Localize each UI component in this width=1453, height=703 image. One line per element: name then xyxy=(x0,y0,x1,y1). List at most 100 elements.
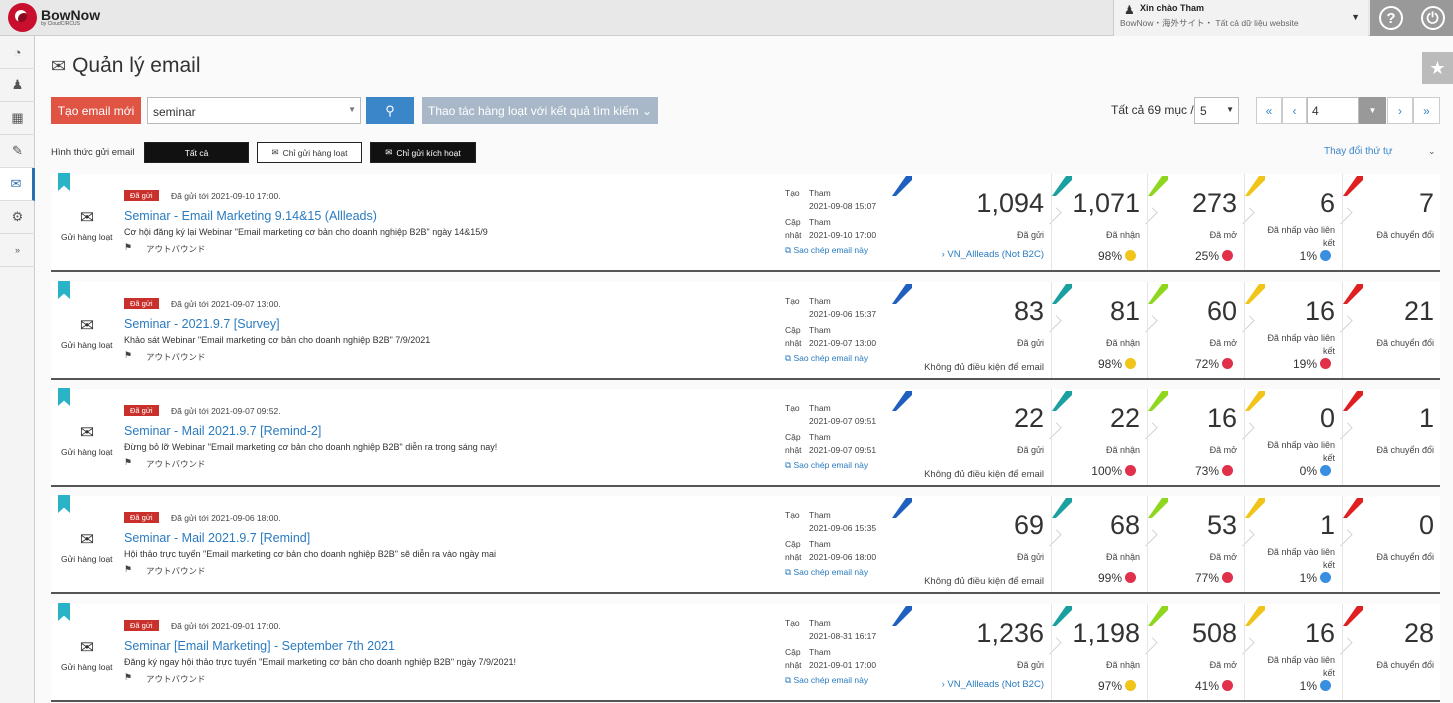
last-page-button[interactable]: » xyxy=(1413,97,1440,124)
copy-email-link[interactable]: ⧉ Sao chép email này xyxy=(785,245,868,256)
stat-received[interactable]: 81 Đã nhận 98% xyxy=(1052,282,1158,378)
help-button[interactable]: ? xyxy=(1370,0,1412,36)
new-email-button[interactable]: Tạo email mới xyxy=(51,97,141,124)
status-icon xyxy=(1125,680,1136,691)
stat-converted[interactable]: 21 Đã chuyển đổi xyxy=(1343,282,1442,378)
corner-marker xyxy=(892,391,912,411)
stat-sent[interactable]: 83 Đã gửi Không đủ điều kiện để email xyxy=(892,282,1062,378)
table-row[interactable]: ✉ Gửi hàng loạt Đã gửi Đã gửi tới 2021-09-0… xyxy=(51,388,1442,487)
stat-clicked[interactable]: 16 Đã nhấp vào liên kết 1% xyxy=(1245,604,1353,700)
copy-email-link[interactable]: ⧉ Sao chép email này xyxy=(785,567,868,578)
bulk-action-button[interactable]: Thao tác hàng loạt với kết quả tìm kiếm … xyxy=(422,97,658,124)
per-page-select[interactable]: 5 ▼ xyxy=(1194,97,1239,124)
stat-opened[interactable]: 53 Đã mở 77% xyxy=(1148,496,1255,592)
email-subject-link[interactable]: Seminar [Email Marketing] - September 7t… xyxy=(124,639,395,653)
received-label: Đã nhận xyxy=(1105,338,1140,348)
clicked-label: Đã nhấp vào liên kết xyxy=(1267,440,1335,463)
contacts-icon[interactable]: ♟ xyxy=(0,69,35,102)
table-row[interactable]: ✉ Gửi hàng loạt Đã gửi Đã gửi tới 2021-09-0… xyxy=(51,603,1442,702)
bookmark-icon[interactable] xyxy=(58,173,70,191)
prev-page-button[interactable]: ‹ xyxy=(1282,97,1307,124)
corner-marker xyxy=(1343,176,1363,196)
table-row[interactable]: ✉ Gửi hàng loạt Đã gửi Đã gửi tới 2021-09-1… xyxy=(51,173,1442,272)
stat-converted[interactable]: 0 Đã chuyển đổi xyxy=(1343,496,1442,592)
table-row[interactable]: ✉ Gửi hàng loạt Đã gửi Đã gửi tới 2021-09-0… xyxy=(51,495,1442,594)
chevron-down-icon[interactable]: ⌄ xyxy=(1428,146,1436,157)
table-row[interactable]: ✉ Gửi hàng loạt Đã gửi Đã gửi tới 2021-09-0… xyxy=(51,281,1442,380)
corner-marker xyxy=(1343,391,1363,411)
user-menu[interactable]: ♟ Xin chào Tham BowNow・海外サイト・ Tất cả dữ … xyxy=(1113,0,1368,36)
received-rate-value: 98% xyxy=(1097,357,1122,371)
stat-received[interactable]: 68 Đã nhận 99% xyxy=(1052,496,1158,592)
page-dropdown[interactable]: ▼ xyxy=(1359,97,1386,124)
stat-sent[interactable]: 1,236 Đã gửi › VN_Allleads (Not B2C) xyxy=(892,604,1062,700)
total-count: Tất cả 69 mục / xyxy=(1111,103,1194,117)
updater-name: Tham xyxy=(809,217,831,227)
dashboard-icon[interactable]: ◔ xyxy=(0,36,35,69)
filter-all[interactable]: Tất cả xyxy=(144,142,249,163)
segment-link[interactable]: › VN_Allleads (Not B2C) xyxy=(942,679,1044,690)
stat-clicked[interactable]: 6 Đã nhấp vào liên kết 1% xyxy=(1245,174,1353,270)
bulk-mail-icon: ✉ xyxy=(79,530,95,549)
sent-label: Đã gửi xyxy=(1016,338,1044,348)
stat-converted[interactable]: 1 Đã chuyển đổi xyxy=(1343,389,1442,485)
bookmark-icon[interactable] xyxy=(58,495,70,513)
stat-clicked[interactable]: 0 Đã nhấp vào liên kết 0% xyxy=(1245,389,1353,485)
copy-email-link[interactable]: ⧉ Sao chép email này xyxy=(785,675,868,686)
expand-icon[interactable]: » xyxy=(0,234,35,267)
stat-opened[interactable]: 508 Đã mở 41% xyxy=(1148,604,1255,700)
email-subject-link[interactable]: Seminar - Email Marketing 9.14&15 (Allle… xyxy=(124,209,377,223)
stat-opened[interactable]: 60 Đã mở 72% xyxy=(1148,282,1255,378)
sort-dropdown[interactable]: Thay đổi thứ tự xyxy=(1324,146,1392,157)
favorite-button[interactable]: ★ xyxy=(1422,52,1453,84)
per-page-value: 5 xyxy=(1200,104,1207,118)
clicked-label: Đã nhấp vào liên kết xyxy=(1267,333,1335,356)
copy-email-link[interactable]: ⧉ Sao chép email này xyxy=(785,460,868,471)
filter-trigger-only-label: Chỉ gửi kích hoạt xyxy=(396,147,461,158)
sent-time: Đã gửi tới 2021-09-07 09:52. xyxy=(171,406,281,416)
bookmark-icon[interactable] xyxy=(58,281,70,299)
clicked-count: 1 xyxy=(1319,510,1335,540)
stat-opened[interactable]: 273 Đã mở 25% xyxy=(1148,174,1255,270)
opened-label: Đã mở xyxy=(1209,660,1237,670)
filter-bulk-only[interactable]: ✉ Chỉ gửi hàng loạt xyxy=(257,142,362,163)
app-logo[interactable]: BowNow by CloudCIRCUS xyxy=(8,3,100,32)
stat-converted[interactable]: 7 Đã chuyển đổi xyxy=(1343,174,1442,270)
stat-sent[interactable]: 1,094 Đã gửi › VN_Allleads (Not B2C) xyxy=(892,174,1062,270)
stat-received[interactable]: 1,198 Đã nhận 97% xyxy=(1052,604,1158,700)
segment-name: VN_Allleads (Not B2C) xyxy=(947,249,1044,260)
next-page-button[interactable]: › xyxy=(1387,97,1413,124)
chevron-down-icon[interactable]: ▼ xyxy=(348,105,356,114)
updated-label: nhật xyxy=(785,552,802,562)
email-icon[interactable]: ✉ xyxy=(0,168,35,201)
bookmark-icon[interactable] xyxy=(58,603,70,621)
email-subject-link[interactable]: Seminar - Mail 2021.9.7 [Remind-2] xyxy=(124,424,321,438)
first-page-button[interactable]: « xyxy=(1256,97,1282,124)
bookmark-icon[interactable] xyxy=(58,388,70,406)
stat-opened[interactable]: 16 Đã mở 73% xyxy=(1148,389,1255,485)
stat-converted[interactable]: 28 Đã chuyển đổi xyxy=(1343,604,1442,700)
edit-icon[interactable]: ✎ xyxy=(0,135,35,168)
email-subject-link[interactable]: Seminar - Mail 2021.9.7 [Remind] xyxy=(124,531,310,545)
building-icon[interactable]: ▦ xyxy=(0,102,35,135)
stat-clicked[interactable]: 16 Đã nhấp vào liên kết 19% xyxy=(1245,282,1353,378)
stat-received[interactable]: 1,071 Đã nhận 98% xyxy=(1052,174,1158,270)
segment-link[interactable]: › VN_Allleads (Not B2C) xyxy=(942,249,1044,260)
logout-button[interactable]: ⏻ xyxy=(1412,0,1453,36)
search-button[interactable]: ⚲ xyxy=(366,97,414,124)
top-bar: BowNow by CloudCIRCUS ♟ Xin chào Tham Bo… xyxy=(0,0,1453,36)
stat-received[interactable]: 22 Đã nhận 100% xyxy=(1052,389,1158,485)
filter-trigger-only[interactable]: ✉ Chỉ gửi kích hoạt xyxy=(370,142,476,163)
created-label: Tạo xyxy=(785,510,800,520)
search-input[interactable]: seminar ▼ xyxy=(147,97,361,124)
power-icon: ⏻ xyxy=(1420,6,1445,30)
gear-icon[interactable]: ⚙ xyxy=(0,201,35,234)
copy-email-label: Sao chép email này xyxy=(793,460,869,470)
received-rate: 99% xyxy=(1098,571,1136,585)
copy-email-link[interactable]: ⧉ Sao chép email này xyxy=(785,353,868,364)
email-subject-link[interactable]: Seminar - 2021.9.7 [Survey] xyxy=(124,317,280,331)
page-input[interactable]: 4 xyxy=(1307,97,1359,124)
stat-sent[interactable]: 22 Đã gửi Không đủ điều kiện để email xyxy=(892,389,1062,485)
stat-sent[interactable]: 69 Đã gửi Không đủ điều kiện để email xyxy=(892,496,1062,592)
stat-clicked[interactable]: 1 Đã nhấp vào liên kết 1% xyxy=(1245,496,1353,592)
